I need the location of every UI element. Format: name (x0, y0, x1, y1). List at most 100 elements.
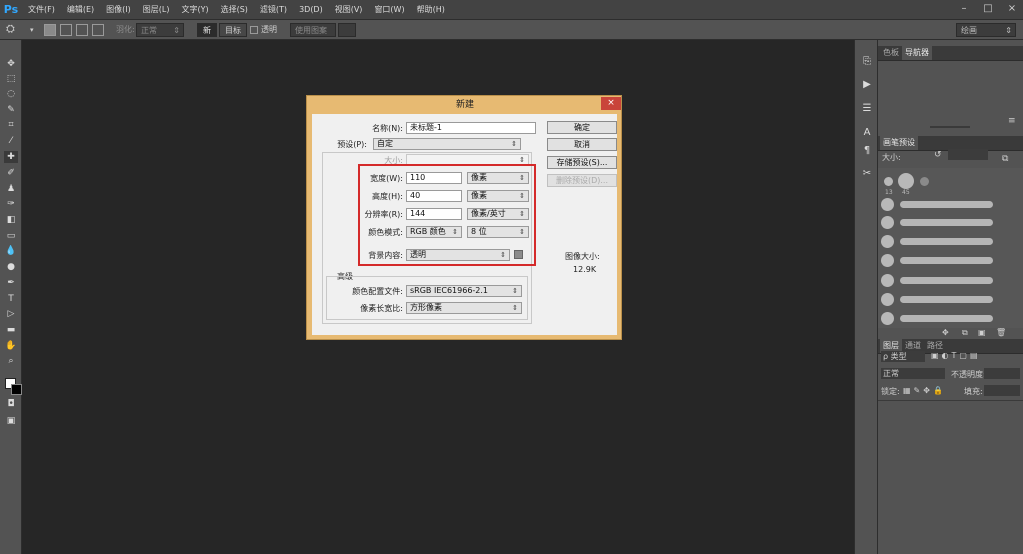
pen-icon[interactable]: ✒ (4, 277, 18, 289)
preset-select[interactable]: 自定 ⇕ (373, 138, 521, 150)
tool-presets-icon[interactable]: ✂ (860, 167, 874, 181)
delete-brush-icon[interactable]: 🗑 (996, 328, 1006, 337)
stamp-icon[interactable]: ♟ (4, 183, 18, 195)
close-window-button[interactable]: × (1005, 2, 1019, 16)
brush-tip[interactable] (881, 312, 894, 325)
tab-brush-presets[interactable]: 画笔预设 (880, 136, 918, 150)
brush-tip[interactable] (881, 198, 894, 211)
brush-list[interactable]: 13 45 (878, 168, 1023, 328)
dodge-icon[interactable]: ● (4, 261, 18, 273)
menu-type[interactable]: 文字(Y) (175, 0, 214, 19)
shape-icon[interactable]: ▬ (4, 324, 18, 336)
menu-file[interactable]: 文件(F) (22, 0, 61, 19)
workspace-select[interactable]: 绘画 ⇕ (956, 23, 1016, 37)
brush-tip[interactable] (920, 177, 929, 186)
quick-select-icon[interactable]: ✎ (4, 104, 18, 116)
fill-label: 填充: (964, 387, 983, 396)
brush-tip[interactable] (881, 254, 894, 267)
move-icon[interactable]: ✥ (4, 58, 18, 70)
tab-swatches[interactable]: 色板 (880, 46, 902, 60)
tool-preset-dropdown-icon[interactable]: ▾ (30, 23, 34, 37)
eyedropper-icon[interactable]: ⁄ (4, 135, 18, 147)
history-brush-icon[interactable]: ✑ (4, 198, 18, 210)
menu-image[interactable]: 图像(I) (100, 0, 137, 19)
minimize-button[interactable]: – (957, 2, 971, 16)
restore-button[interactable]: □ (981, 2, 995, 16)
use-pattern-button[interactable]: 使用图案 (290, 23, 336, 37)
brush-tip[interactable] (881, 235, 894, 248)
history-panel-icon[interactable]: ⎘ (860, 55, 874, 69)
source-button[interactable]: 新 (197, 23, 217, 37)
ok-button[interactable]: 确定 (547, 121, 617, 134)
add-selection-icon[interactable] (60, 24, 72, 36)
destination-button[interactable]: 目标 (219, 23, 247, 37)
opacity-field[interactable] (984, 368, 1020, 379)
brush-tip[interactable] (881, 274, 894, 287)
swatches-navigator-tabs: 色板 导航器 (878, 46, 1023, 61)
new-selection-icon[interactable] (44, 24, 56, 36)
zoom-slider[interactable] (930, 126, 970, 128)
brush-tip[interactable] (884, 177, 893, 186)
pixel-aspect-select[interactable]: 方形像素 ⇕ (406, 302, 522, 314)
new-preset-icon[interactable]: ▣ (978, 328, 986, 337)
color-profile-select[interactable]: sRGB IEC61966-2.1 ⇕ (406, 285, 522, 297)
dialog-close-button[interactable]: × (601, 97, 621, 110)
eraser-icon[interactable]: ◧ (4, 214, 18, 226)
blur-icon[interactable]: 💧 (4, 245, 18, 257)
fill-field[interactable] (984, 385, 1020, 396)
menu-edit[interactable]: 编辑(E) (61, 0, 100, 19)
brush-stroke-preview (900, 201, 993, 208)
menu-3d[interactable]: 3D(D) (293, 0, 329, 19)
menu-filter[interactable]: 滤镜(T) (254, 0, 293, 19)
gradient-icon[interactable]: ▭ (4, 230, 18, 242)
path-select-icon[interactable]: ▷ (4, 308, 18, 320)
brush-icon[interactable]: ✐ (4, 167, 18, 179)
new-brush-icon[interactable]: ⧉ (1002, 154, 1008, 164)
cancel-button[interactable]: 取消 (547, 138, 617, 151)
pattern-picker[interactable] (338, 23, 356, 37)
panel-menu-icon[interactable]: ≡ (1008, 116, 1016, 126)
background-color-swatch[interactable] (11, 384, 22, 395)
patch-mode-select[interactable]: 正常 ⇕ (136, 23, 184, 37)
crop-icon[interactable]: ⌗ (4, 119, 18, 131)
brush-tip[interactable] (898, 173, 914, 189)
layer-comps-icon[interactable]: ☰ (860, 102, 874, 116)
menu-window[interactable]: 窗口(W) (368, 0, 410, 19)
save-preset-button[interactable]: 存储预设(S)... (547, 156, 617, 169)
brush-size-field[interactable] (948, 149, 988, 160)
patch-tool-icon[interactable]: ⛭ (6, 22, 15, 36)
menu-layer[interactable]: 图层(L) (137, 0, 176, 19)
transparent-checkbox[interactable] (250, 26, 258, 34)
options-bar: ⛭ ▾ 羽化: 正常 ⇕ 新 目标 透明 使用图案 绘画 ⇕ (0, 19, 1023, 40)
type-icon[interactable]: T (4, 293, 18, 305)
healing-icon[interactable]: ✚ (4, 151, 18, 163)
paragraph-panel-icon[interactable]: ¶ (860, 144, 874, 158)
zoom-icon[interactable]: ⌕ (4, 355, 18, 367)
brush-tip[interactable] (881, 216, 894, 229)
reset-size-icon[interactable]: ↺ (934, 150, 942, 160)
color-profile-label: 颜色配置文件: (352, 287, 403, 296)
layer-filter-icons[interactable]: ▣◐T▢▤ (931, 351, 981, 360)
quick-mask-icon[interactable]: ◘ (4, 398, 18, 410)
actions-panel-icon[interactable]: ▶ (860, 78, 874, 92)
divider (878, 400, 1023, 401)
character-panel-icon[interactable]: A (860, 126, 874, 140)
menu-select[interactable]: 选择(S) (215, 0, 254, 19)
menu-help[interactable]: 帮助(H) (411, 0, 451, 19)
name-field[interactable]: 未标题-1 (406, 122, 536, 134)
subtract-selection-icon[interactable] (76, 24, 88, 36)
marquee-icon[interactable]: ⬚ (4, 73, 18, 85)
hand-icon[interactable]: ✋ (4, 340, 18, 352)
intersect-selection-icon[interactable] (92, 24, 104, 36)
lasso-icon[interactable]: ◌ (4, 88, 18, 100)
screen-mode-icon[interactable]: ▣ (4, 415, 18, 427)
lock-icons[interactable]: ▦✎✥🔒 (903, 386, 946, 395)
layer-filter-select[interactable]: ρ 类型 (881, 351, 925, 362)
brush-tip[interactable] (881, 293, 894, 306)
toggle-brush-panel-icon[interactable]: ✥ (942, 328, 949, 337)
blend-mode-select[interactable]: 正常 (881, 368, 945, 379)
menu-view[interactable]: 视图(V) (329, 0, 369, 19)
create-brush-icon[interactable]: ⧉ (962, 328, 968, 338)
new-document-dialog: 新建 × 名称(N): 未标题-1 预设(P): 自定 ⇕ 大小: ⇕ 宽度(W)… (306, 95, 622, 340)
tab-navigator[interactable]: 导航器 (902, 46, 932, 60)
